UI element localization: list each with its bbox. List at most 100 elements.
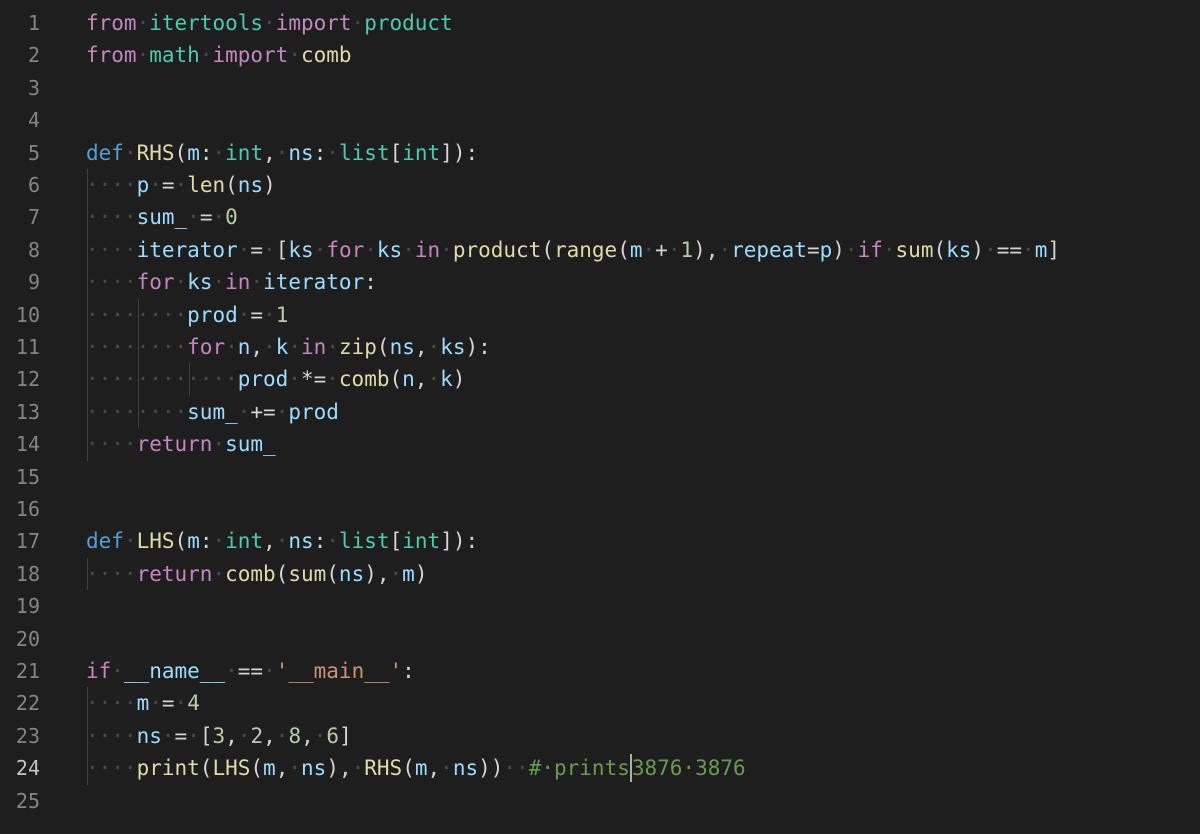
code-line[interactable]: 13 ········sum_·+=·prod xyxy=(0,396,1200,428)
code-token: return xyxy=(136,561,213,586)
code-token: ) xyxy=(832,237,845,262)
code-line[interactable]: 4 xyxy=(0,104,1200,136)
code-text[interactable]: ····p·=·len(ns) xyxy=(86,169,276,201)
line-number: 22 xyxy=(15,691,40,716)
code-line[interactable]: 9 ····for·ks·in·iterator: xyxy=(0,266,1200,298)
code-line[interactable]: 20 xyxy=(0,623,1200,655)
whitespace-marker: · xyxy=(313,723,327,748)
line-number: 24 xyxy=(15,756,40,781)
code-line[interactable]: 5 def·RHS(m:·int,·ns:·list[int]): xyxy=(0,137,1200,169)
code-token: ) xyxy=(263,173,276,197)
whitespace-marker: · xyxy=(427,367,441,392)
line-number: 25 xyxy=(15,788,40,813)
code-token: sum_ xyxy=(136,205,188,230)
code-token: *= xyxy=(300,367,327,392)
code-line[interactable]: 18 ····return·comb(sum(ns),·m) xyxy=(0,558,1200,590)
code-line[interactable]: 6 ····p·=·len(ns) xyxy=(0,169,1200,201)
code-token: __name__ xyxy=(123,659,226,683)
code-text[interactable]: ····for·ks·in·iterator: xyxy=(86,266,377,298)
code-token: def xyxy=(86,529,124,554)
code-token: [ xyxy=(389,529,403,554)
code-token: ns xyxy=(288,140,314,165)
code-line[interactable]: 10 ········prod·=·1 xyxy=(0,299,1200,331)
code-text[interactable]: def·RHS(m:·int,·ns:·list[int]): xyxy=(86,137,478,169)
code-token: 6 xyxy=(326,723,340,748)
line-number: 12 xyxy=(15,367,40,392)
code-token: ks xyxy=(946,237,972,262)
code-text[interactable]: from·math·import·comb xyxy=(86,39,352,71)
code-token: m xyxy=(187,140,200,165)
code-line[interactable]: 12 ············prod·*=·comb(n,·k) xyxy=(0,363,1200,395)
line-number: 5 xyxy=(27,140,40,165)
whitespace-marker: · xyxy=(275,399,289,424)
code-token: int xyxy=(402,140,441,165)
code-text[interactable]: ········for·n,·k·in·zip(ns,·ks): xyxy=(86,331,491,363)
code-token: = xyxy=(161,691,175,716)
code-line[interactable]: 17 def·LHS(m:·int,·ns:·list[int]): xyxy=(0,525,1200,557)
code-token: ( xyxy=(402,756,415,781)
code-text[interactable]: ····print(LHS(m,·ns),·RHS(m,·ns))··#·pri… xyxy=(86,752,746,784)
whitespace-marker: · xyxy=(149,173,162,197)
line-number: 7 xyxy=(27,205,40,230)
line-number: 19 xyxy=(15,594,40,619)
code-line[interactable]: 1 from·itertools·import·product xyxy=(0,7,1200,39)
code-text[interactable]: from·itertools·import·product xyxy=(86,7,453,39)
code-text[interactable]: ····sum_·=·0 xyxy=(86,201,238,233)
code-line[interactable]: 23 ····ns·=·[3,·2,·8,·6] xyxy=(0,720,1200,752)
code-line[interactable]: 8 ····iterator·=·[ks·for·ks·in·product(ra… xyxy=(0,234,1200,266)
code-line[interactable]: 19 xyxy=(0,590,1200,622)
code-text[interactable]: ····ns·=·[3,·2,·8,·6] xyxy=(86,720,352,752)
code-token: 3876·3876 xyxy=(631,756,746,781)
whitespace-marker: · xyxy=(718,237,732,262)
whitespace-marker: · xyxy=(123,140,137,165)
code-line[interactable]: 15 xyxy=(0,461,1200,493)
code-line[interactable]: 3 xyxy=(0,72,1200,104)
code-token: ns xyxy=(389,335,415,359)
code-token: if xyxy=(857,237,883,262)
code-line[interactable]: 2 from·math·import·comb xyxy=(0,39,1200,71)
whitespace-marker: · xyxy=(225,335,238,359)
code-token: product xyxy=(364,11,453,35)
whitespace-marker: ···· xyxy=(86,205,137,230)
line-number: 10 xyxy=(15,302,40,327)
code-text[interactable]: ····iterator·=·[ks·for·ks·in·product(ran… xyxy=(86,234,1060,266)
code-token: ( xyxy=(326,561,339,586)
line-number: 20 xyxy=(15,626,40,651)
code-text[interactable]: ············prod·*=·comb(n,·k) xyxy=(86,363,465,395)
code-text[interactable]: ········sum_·+=·prod xyxy=(86,396,339,428)
code-text[interactable]: if·__name__·==·'__main__': xyxy=(86,655,415,687)
code-line[interactable]: 25 xyxy=(0,785,1200,817)
code-token: [ xyxy=(389,140,403,165)
code-token: ]): xyxy=(440,529,479,554)
whitespace-marker: · xyxy=(364,237,377,262)
code-token: ( xyxy=(617,237,630,262)
code-line[interactable]: 11 ········for·n,·k·in·zip(ns,·ks): xyxy=(0,331,1200,363)
code-line[interactable]: 14 ····return·sum_ xyxy=(0,428,1200,460)
code-line[interactable]: 22 ····m·=·4 xyxy=(0,687,1200,719)
code-line[interactable]: 7 ····sum_·=·0 xyxy=(0,201,1200,233)
line-number: 2 xyxy=(27,43,40,68)
code-token: 3 xyxy=(212,723,226,748)
code-line[interactable]: 21 if·__name__·==·'__main__': xyxy=(0,655,1200,687)
code-text[interactable]: ····return·sum_ xyxy=(86,428,276,460)
code-token: ), xyxy=(326,756,352,781)
code-line[interactable]: 24 ····print(LHS(m,·ns),·RHS(m,·ns))··#·p… xyxy=(0,752,1200,784)
code-token: , xyxy=(250,335,264,359)
code-text[interactable]: ····return·comb(sum(ns),·m) xyxy=(86,558,427,590)
code-token: 4 xyxy=(187,691,200,716)
code-token: int xyxy=(225,529,264,554)
code-text[interactable]: def·LHS(m:·int,·ns:·list[int]): xyxy=(86,525,478,557)
whitespace-marker: · xyxy=(389,561,403,586)
code-token: int xyxy=(225,140,264,165)
code-editor[interactable]: 1 from·itertools·import·product 2 from·math… xyxy=(0,0,1200,834)
code-text[interactable]: ········prod·=·1 xyxy=(86,299,288,331)
code-token: [ xyxy=(275,237,289,262)
code-token: product xyxy=(452,237,542,262)
code-token: len xyxy=(187,173,226,197)
code-token: #·prints xyxy=(528,756,630,781)
code-text[interactable]: ····m·=·4 xyxy=(86,687,200,719)
code-token: : xyxy=(313,529,327,554)
whitespace-marker: · xyxy=(199,43,213,68)
code-line[interactable]: 16 xyxy=(0,493,1200,525)
code-token: : xyxy=(199,140,213,165)
